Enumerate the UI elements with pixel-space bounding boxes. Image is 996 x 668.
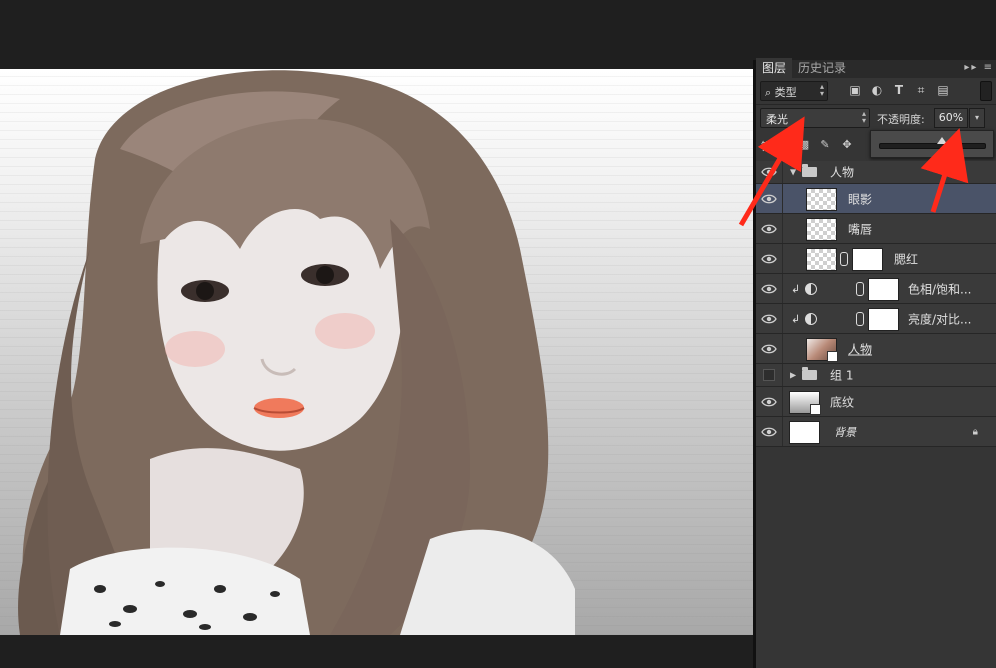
- column-divider: [782, 244, 783, 273]
- eye-icon[interactable]: [761, 193, 777, 205]
- opacity-dropdown-button[interactable]: ▾: [969, 108, 985, 128]
- layer-name[interactable]: 眼影: [848, 190, 872, 207]
- lock-move-icon[interactable]: ✥: [840, 138, 854, 152]
- layer-row[interactable]: ↲ 色相/饱和...: [756, 274, 996, 304]
- document-canvas[interactable]: [0, 69, 753, 635]
- link-icon[interactable]: [840, 252, 848, 266]
- layer-name[interactable]: 亮度/对比...: [908, 310, 972, 327]
- filter-kind-label: 类型: [774, 86, 797, 99]
- lock-paint-icon[interactable]: ✎: [818, 138, 832, 152]
- eye-icon[interactable]: [761, 343, 777, 355]
- layer-row[interactable]: 嘴唇: [756, 214, 996, 244]
- opacity-label: 不透明度:: [877, 113, 925, 126]
- layer-name[interactable]: 背景: [834, 424, 856, 440]
- tab-layers[interactable]: 图层: [756, 58, 793, 78]
- panel-tabbar: 图层 历史记录 ▸▸ ≡: [756, 58, 996, 78]
- layer-thumbnail[interactable]: [789, 391, 821, 415]
- blend-mode-label: 柔光: [766, 113, 788, 126]
- expand-down-icon[interactable]: ▼: [790, 168, 796, 177]
- lock-label: 锁定: [761, 140, 783, 153]
- column-divider: [782, 184, 783, 213]
- blend-mode-select[interactable]: 柔光 ▴ ▾: [760, 108, 870, 128]
- layers-panel: 图层 历史记录 ▸▸ ≡ ⌕ 类型 ▴ ▾ ▣ ◐ T ⌗ ▤ 柔光 ▴ ▾ 不透明…: [756, 58, 996, 668]
- opacity-slider-popup: [870, 130, 994, 158]
- tab-history[interactable]: 历史记录: [792, 58, 852, 78]
- layer-name[interactable]: 色相/饱和...: [908, 280, 972, 297]
- layer-row[interactable]: ▼ 人物: [756, 161, 996, 184]
- column-divider: [782, 304, 783, 333]
- column-divider: [782, 161, 783, 183]
- canvas-bottom-area: [0, 635, 753, 668]
- folder-icon: [802, 367, 817, 380]
- layer-name[interactable]: 嘴唇: [848, 220, 872, 237]
- opacity-slider-thumb[interactable]: [937, 137, 947, 144]
- layer-list: ▼ 人物 眼影 嘴唇 腮红 ↲ 色相/饱和... ↲ 亮度/对比... 人物 ▶ 组 1 底纹 背景 🔒︎: [756, 161, 996, 447]
- adjustment-layer-icon[interactable]: [805, 282, 817, 295]
- layer-name[interactable]: 人物: [848, 340, 872, 357]
- layer-name[interactable]: 人物: [830, 164, 854, 181]
- filter-kind-select[interactable]: ⌕ 类型 ▴ ▾: [760, 81, 828, 101]
- separator: [756, 104, 996, 105]
- layer-row[interactable]: 底纹: [756, 387, 996, 417]
- column-divider: [782, 214, 783, 243]
- layer-filter-row: ⌕ 类型 ▴ ▾ ▣ ◐ T ⌗ ▤: [756, 80, 996, 104]
- layer-row[interactable]: ↲ 亮度/对比...: [756, 304, 996, 334]
- column-divider: [782, 274, 783, 303]
- mask-thumbnail[interactable]: [868, 278, 899, 301]
- smart-object-icon: [810, 404, 821, 415]
- eye-icon[interactable]: [761, 223, 777, 235]
- eye-icon[interactable]: [761, 313, 777, 325]
- layer-row[interactable]: 人物: [756, 334, 996, 364]
- opacity-input[interactable]: 60%: [934, 108, 968, 128]
- column-divider: [782, 387, 783, 416]
- mask-thumbnail[interactable]: [868, 308, 899, 331]
- shape-filter-icon[interactable]: ⌗: [914, 83, 928, 97]
- layer-thumbnail[interactable]: [806, 218, 837, 241]
- smart-object-icon: [827, 351, 838, 362]
- eye-icon[interactable]: [761, 426, 777, 438]
- layer-row[interactable]: 背景 🔒︎: [756, 417, 996, 447]
- column-divider: [782, 417, 783, 446]
- expand-right-icon[interactable]: ▶: [790, 371, 796, 380]
- layer-thumbnail[interactable]: [789, 421, 820, 444]
- clipping-arrow-icon: ↲: [791, 282, 801, 295]
- folder-icon: [802, 164, 817, 177]
- mask-thumbnail[interactable]: [852, 248, 883, 271]
- lock-icon: 🔒︎: [972, 426, 978, 437]
- search-icon: ⌕: [765, 86, 772, 99]
- column-divider: [782, 334, 783, 363]
- image-filter-icon[interactable]: ▣: [848, 83, 862, 97]
- visibility-toggle[interactable]: [763, 369, 775, 381]
- layer-thumbnail[interactable]: [806, 248, 837, 271]
- clipping-arrow-icon: ↲: [791, 312, 801, 325]
- updown-icon: ▴ ▾: [819, 82, 824, 98]
- link-icon[interactable]: [856, 282, 864, 296]
- layer-name[interactable]: 腮红: [894, 250, 918, 267]
- layer-thumbnail[interactable]: [806, 338, 838, 362]
- type-filter-icon[interactable]: T: [892, 83, 906, 97]
- layer-row[interactable]: ▶ 组 1: [756, 364, 996, 387]
- layer-row[interactable]: 腮红: [756, 244, 996, 274]
- opacity-slider-track[interactable]: [879, 143, 986, 149]
- lock-transparent-icon[interactable]: ▩: [797, 138, 811, 152]
- layer-row[interactable]: 眼影: [756, 184, 996, 214]
- eye-icon[interactable]: [761, 253, 777, 265]
- layer-thumbnail[interactable]: [806, 188, 837, 211]
- layer-name[interactable]: 组 1: [830, 367, 853, 384]
- blend-row: 柔光 ▴ ▾ 不透明度: 60% ▾: [756, 106, 996, 130]
- eye-icon[interactable]: [761, 166, 777, 178]
- eye-icon[interactable]: [761, 283, 777, 295]
- portrait-photo: [18, 70, 575, 635]
- eye-icon[interactable]: [761, 396, 777, 408]
- link-icon[interactable]: [856, 312, 864, 326]
- adjustment-filter-icon[interactable]: ◐: [870, 83, 884, 97]
- adjustment-layer-icon[interactable]: [805, 312, 817, 325]
- panel-menu-icon[interactable]: ▸▸ ≡: [964, 62, 994, 73]
- column-divider: [782, 364, 783, 386]
- filter-toggle[interactable]: [980, 81, 992, 101]
- layer-name[interactable]: 底纹: [830, 393, 854, 410]
- smart-object-filter-icon[interactable]: ▤: [936, 83, 950, 97]
- updown-icon: ▴ ▾: [861, 109, 866, 125]
